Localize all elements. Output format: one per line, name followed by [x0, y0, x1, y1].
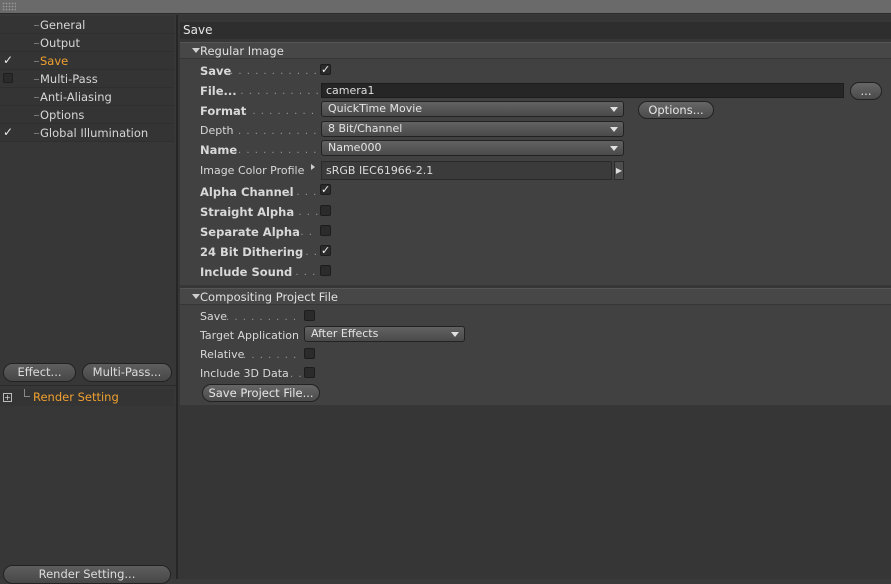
name-value: Name000 [328, 141, 382, 154]
enabled-check-icon[interactable]: ✓ [3, 54, 15, 66]
target-application-dropdown[interactable]: After Effects [304, 326, 465, 342]
render-setting-item[interactable]: + Render Setting [0, 389, 174, 406]
dot-leader: . . . . . . . . . . . . . . . . . . . . … [243, 350, 302, 361]
collapse-triangle-icon[interactable] [192, 294, 200, 299]
enabled-check-icon[interactable]: ✓ [3, 126, 15, 138]
sidebar-item-anti-aliasing[interactable]: Anti-Aliasing [0, 88, 174, 106]
dot-leader: . . . . . . . . . . . . . . . . . . . . … [292, 227, 318, 238]
format-label: Format [200, 104, 247, 118]
sidebar-item-general[interactable]: General [0, 16, 174, 34]
chevron-down-icon [610, 146, 618, 151]
comp-save-checkbox[interactable] [304, 310, 315, 321]
format-dropdown[interactable]: QuickTime Movie [321, 101, 624, 117]
include-3d-data-checkbox[interactable] [304, 367, 315, 378]
target-application-value: After Effects [311, 327, 379, 340]
dot-leader: . . . . . . . . . . . . . . . . . . . . … [244, 106, 318, 117]
profile-menu-button[interactable]: ▶ [614, 161, 624, 180]
color-profile-field[interactable]: sRGB IEC61966-2.1 [321, 161, 612, 180]
panel-title: Save [180, 22, 891, 39]
sidebar-item-label: General [40, 18, 86, 32]
sidebar-item-label: Global Illumination [40, 126, 149, 140]
dot-leader: . . . . . . . . . . . . . . . . . . . . … [290, 207, 318, 218]
name-format-dropdown[interactable]: Name000 [321, 140, 624, 156]
relative-checkbox[interactable] [304, 348, 315, 359]
format-options-button[interactable]: Options... [638, 101, 714, 119]
dot-leader: . . . . . . . . . . . . . . . . . . . . … [232, 86, 318, 97]
straight-alpha-label: Straight Alpha [200, 205, 295, 219]
browse-file-button[interactable]: ... [850, 82, 882, 100]
grip-icon [2, 2, 16, 11]
sidebar-item-options[interactable]: Options [0, 106, 174, 124]
comp-save-label: Save [200, 310, 228, 323]
separate-alpha-label: Separate Alpha [200, 225, 300, 239]
separate-alpha-checkbox[interactable] [320, 225, 331, 236]
tree-branch [34, 79, 39, 80]
depth-label: Depth [200, 124, 234, 137]
relative-label: Relative [200, 348, 245, 361]
name-label: Name [200, 143, 238, 157]
save-label: Save [200, 64, 232, 78]
collapse-triangle-icon[interactable] [192, 48, 200, 53]
section-header-compositing[interactable]: Compositing Project File [180, 288, 891, 304]
tree-branch [34, 133, 39, 134]
multi-pass-button[interactable]: Multi-Pass... [82, 363, 172, 382]
include-sound-checkbox[interactable] [320, 265, 331, 276]
tree-branch [34, 61, 39, 62]
effect-button[interactable]: Effect... [3, 363, 76, 382]
sidebar-item-label: Multi-Pass [40, 72, 98, 86]
expand-icon[interactable]: + [3, 393, 12, 402]
render-setting-button[interactable]: Render Setting... [3, 565, 171, 584]
tree-branch [34, 115, 39, 116]
dithering-checkbox[interactable]: ✓ [320, 245, 331, 256]
format-value: QuickTime Movie [328, 102, 423, 115]
dot-leader: . . . . . . . . . . . . . . . . . . . . … [238, 126, 318, 137]
dot-leader: . . . . . . . . . . . . . . . . . . . . … [238, 145, 318, 156]
dot-leader: . . . . . . . . . . . . . . . . . . . . … [297, 247, 318, 258]
dithering-label: 24 Bit Dithering [200, 245, 304, 259]
depth-dropdown[interactable]: 8 Bit/Channel [321, 121, 624, 137]
save-project-file-button[interactable]: Save Project File... [202, 384, 320, 402]
alpha-channel-checkbox[interactable]: ✓ [320, 184, 331, 195]
chevron-down-icon [610, 127, 618, 132]
tree-branch [34, 97, 39, 98]
depth-value: 8 Bit/Channel [328, 122, 403, 135]
straight-alpha-checkbox[interactable] [320, 205, 331, 216]
sidebar-item-label: Output [40, 36, 80, 50]
chevron-down-icon [610, 107, 618, 112]
dot-leader: . . . . . . . . . . . . . . . . . . . . … [230, 66, 318, 77]
target-application-label: Target Application [200, 329, 299, 342]
dot-leader: . . . . . . . . . . . . . . . . . . . . … [290, 369, 302, 380]
chevron-down-icon [451, 332, 459, 337]
enabled-checkbox[interactable] [3, 73, 13, 83]
window-grip-bar[interactable] [0, 0, 891, 14]
profile-expand-icon[interactable] [311, 164, 315, 170]
sidebar-item-label: Anti-Aliasing [40, 90, 112, 104]
dot-leader: . . . . . . . . . . . . . . . . . . . . … [226, 312, 302, 323]
sidebar-item-label: Options [40, 108, 85, 122]
tree-branch [24, 389, 30, 397]
alpha-channel-label: Alpha Channel [200, 185, 294, 199]
include-3d-data-label: Include 3D Data [200, 367, 289, 380]
sidebar-item-global-illumination[interactable]: ✓ Global Illumination [0, 124, 174, 142]
sidebar-item-save[interactable]: ✓ Save [0, 52, 174, 70]
sidebar-item-label: Save [40, 54, 69, 68]
tree-branch [34, 43, 39, 44]
tree-branch [34, 25, 39, 26]
render-setting-label: Render Setting [33, 390, 119, 404]
save-checkbox[interactable]: ✓ [320, 64, 331, 75]
image-color-profile-label: Image Color Profile [200, 164, 305, 177]
sidebar-separator [0, 385, 176, 386]
section-header-regular-image[interactable]: Regular Image [180, 42, 891, 58]
sidebar-item-output[interactable]: Output [0, 34, 174, 52]
file-path-field[interactable]: camera1 [321, 83, 844, 98]
include-sound-label: Include Sound [200, 265, 293, 279]
sidebar-item-multi-pass[interactable]: Multi-Pass [0, 70, 174, 88]
dot-leader: . . . . . . . . . . . . . . . . . . . . … [288, 187, 318, 198]
dot-leader: . . . . . . . . . . . . . . . . . . . . … [287, 267, 318, 278]
